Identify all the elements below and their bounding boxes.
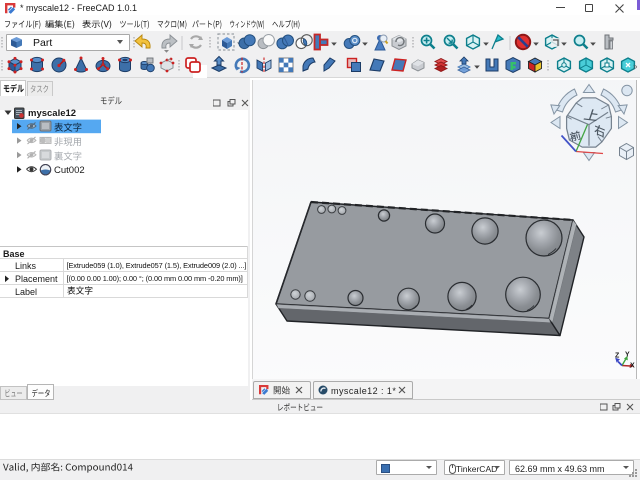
svg-text:»: » [633,62,638,71]
svg-text:X: X [630,363,635,370]
svg-text:Z: Z [615,353,620,360]
svg-text:Y: Y [625,352,630,359]
